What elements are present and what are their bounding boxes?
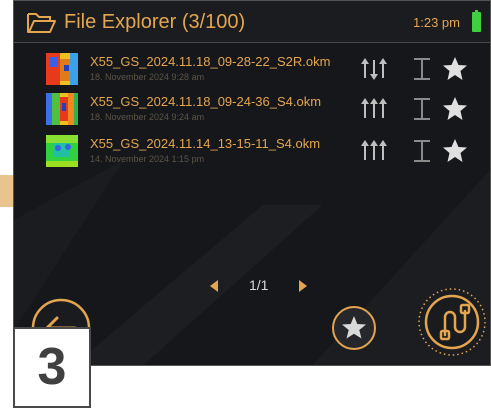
file-name: X55_GS_2024.11.18_09-28-22_S2R.okm [90,54,331,69]
side-tab [0,175,14,207]
file-row[interactable]: X55_GS_2024.11.14_13-15-11_S4.okm 14. No… [42,133,482,173]
file-thumbnail [46,53,78,85]
page-indicator: 1/1 [249,277,269,293]
file-thumbnail [46,93,78,125]
file-row[interactable]: X55_GS_2024.11.18_09-24-36_S4.okm 18. No… [42,91,482,131]
file-row[interactable]: X55_GS_2024.11.18_09-28-22_S2R.okm 18. N… [42,51,482,91]
favorite-star-icon[interactable] [442,56,468,82]
page-title: File Explorer (3/100) [64,11,246,33]
previous-page-icon[interactable] [208,278,220,294]
next-page-icon[interactable] [297,278,309,294]
depth-marker-icon[interactable] [409,96,435,122]
file-name: X55_GS_2024.11.18_09-24-36_S4.okm [90,94,322,109]
step-number-badge: 3 [13,327,91,408]
device-screen: File Explorer (3/100) 1:23 pm X55_GS_202… [13,0,491,366]
sort-mixed-arrows-icon[interactable] [361,56,387,82]
file-date: 18. November 2024 9:24 am [90,112,205,122]
file-date: 14. November 2024 1:15 pm [90,154,205,164]
step-number: 3 [37,338,67,396]
clock: 1:23 pm [413,15,460,30]
depth-marker-icon[interactable] [409,56,435,82]
favorites-filter-button[interactable] [331,305,377,351]
file-thumbnail [46,135,78,167]
title-bar: File Explorer (3/100) 1:23 pm [14,1,490,43]
battery-full-icon [472,10,481,32]
sort-up-arrows-icon[interactable] [361,138,387,164]
file-name: X55_GS_2024.11.14_13-15-11_S4.okm [90,136,321,151]
favorite-star-icon[interactable] [442,96,468,122]
favorite-star-icon[interactable] [442,138,468,164]
file-date: 18. November 2024 9:28 am [90,72,205,82]
sort-up-arrows-icon[interactable] [361,96,387,122]
connect-button[interactable] [417,287,487,357]
folder-open-icon [27,13,56,33]
depth-marker-icon[interactable] [409,138,435,164]
